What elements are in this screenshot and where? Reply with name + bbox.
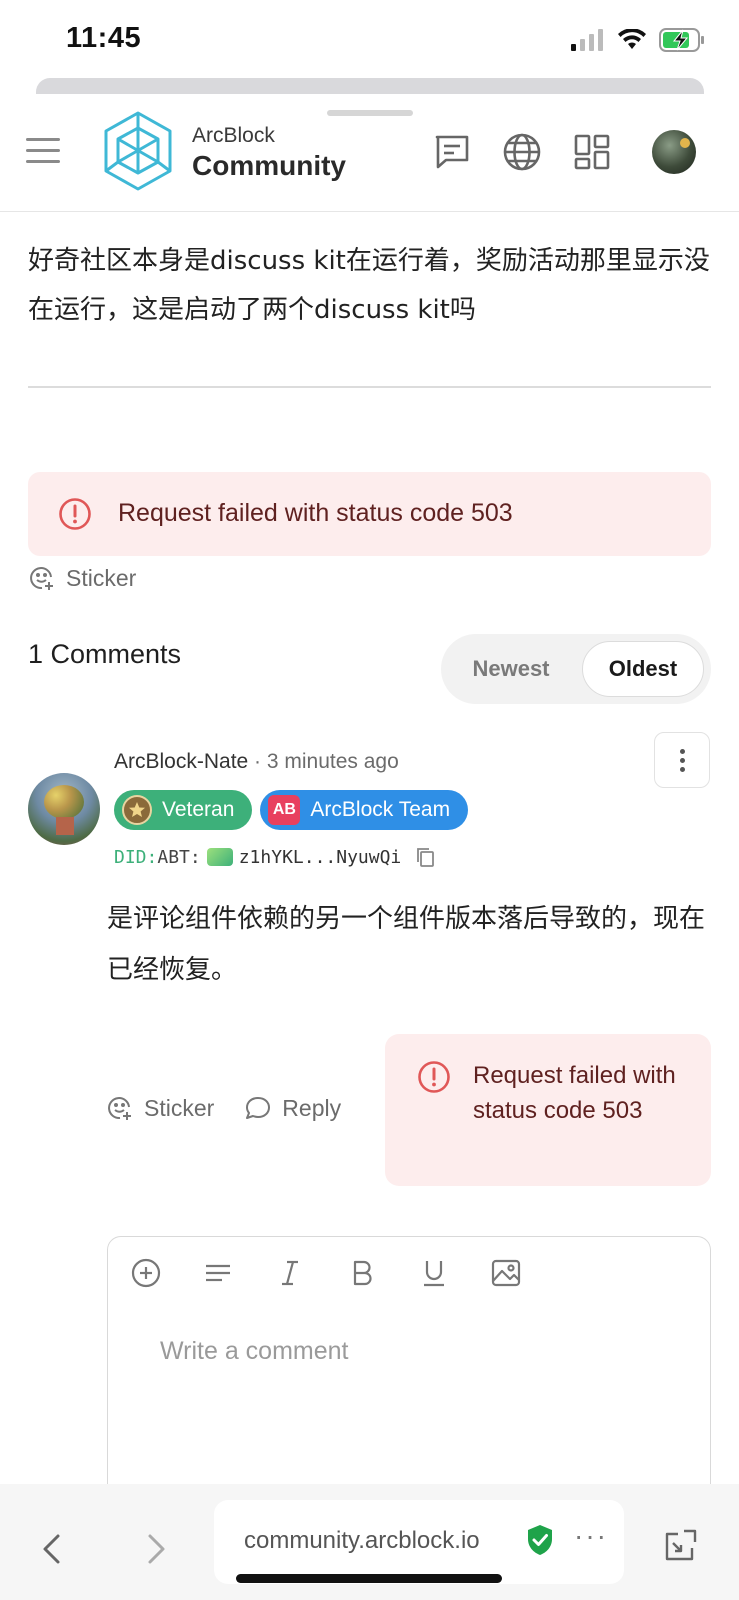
ab-logo-icon: AB [268, 795, 301, 825]
arcblock-team-badge: AB ArcBlock Team [260, 790, 469, 830]
forward-arrow-icon[interactable] [146, 1532, 168, 1566]
comment-sticker-label: Sticker [144, 1094, 215, 1121]
editor-toolbar [130, 1257, 522, 1289]
comment-reply-label: Reply [282, 1094, 342, 1121]
did-value: z1hYKL...NyuwQi [238, 846, 402, 868]
post-divider [28, 386, 711, 388]
did-avatar-icon [206, 848, 233, 866]
comments-count-title: 1 Comments [28, 639, 182, 669]
sticker-icon [108, 1097, 131, 1120]
author-badges: Veteran AB ArcBlock Team [114, 790, 469, 830]
author-did: DID: ABT: z1hYKL...NyuwQi [114, 846, 437, 868]
comment-input[interactable]: Write a comment [160, 1337, 348, 1366]
paragraph-format-icon[interactable] [202, 1257, 234, 1289]
comment-more-button[interactable] [654, 732, 710, 788]
post-sticker-label: Sticker [66, 564, 137, 591]
status-time: 11:45 [66, 22, 142, 54]
meta-separator: · [248, 750, 267, 773]
comment-author-name[interactable]: ArcBlock-Nate [114, 750, 248, 773]
comment-sort-toggle: Newest Oldest [441, 634, 711, 704]
back-arrow-icon[interactable] [40, 1532, 62, 1566]
post-error-alert: Request failed with status code 503 [28, 472, 711, 556]
comment-error-message: Request failed with status code 503 [473, 1062, 676, 1124]
battery-charging-icon [659, 28, 704, 52]
italic-icon[interactable] [274, 1257, 306, 1289]
url-more-button[interactable]: ··· [574, 1520, 608, 1552]
address-bar[interactable]: community.arcblock.io ··· [214, 1500, 624, 1584]
post-error-message: Request failed with status code 503 [118, 499, 513, 527]
url-text: community.arcblock.io [244, 1527, 480, 1554]
more-dot [679, 748, 685, 754]
brand-name[interactable]: ArcBlock Community [192, 124, 346, 182]
brand-top: ArcBlock [192, 124, 275, 147]
wifi-icon [618, 29, 646, 49]
menu-icon[interactable] [26, 138, 60, 164]
app-area: ArcBlock Community 好奇社区本身是discuss kit在运行… [0, 94, 739, 1484]
more-dot [679, 766, 685, 772]
comment-sticker-button[interactable]: Sticker [106, 1094, 214, 1122]
status-icons [571, 28, 705, 52]
comment-reply-button[interactable]: Reply [244, 1094, 341, 1122]
cellular-signal-icon [571, 29, 603, 51]
image-upload-icon[interactable] [490, 1257, 522, 1289]
sort-newest-button[interactable]: Newest [447, 641, 575, 697]
chat-icon[interactable] [432, 132, 472, 172]
post-body: 好奇社区本身是discuss kit在运行着，奖励活动那里显示没在运行，这是启动… [28, 246, 710, 325]
status-bar: 11:45 [0, 0, 739, 78]
arcblock-logo-icon[interactable] [102, 110, 174, 192]
reply-bubble-icon [246, 1097, 271, 1119]
globe-icon[interactable] [502, 132, 542, 172]
tabs-icon[interactable] [664, 1528, 698, 1562]
brand-bottom: Community [192, 150, 346, 181]
more-dot [679, 757, 685, 763]
home-indicator [236, 1574, 502, 1583]
veteran-badge: Veteran [114, 790, 253, 830]
comment-editor: Write a comment [107, 1236, 711, 1484]
user-avatar[interactable] [652, 130, 696, 174]
post-sticker-button[interactable]: Sticker [28, 564, 136, 592]
comment-body: 是评论组件依赖的另一个组件版本落后导致的，现在已经恢复。 [107, 904, 706, 985]
comment-timestamp: 3 minutes ago [266, 750, 399, 773]
sticker-icon [30, 567, 53, 590]
underline-icon[interactable] [418, 1257, 450, 1289]
error-icon [418, 1061, 450, 1093]
comment-author-avatar[interactable] [28, 773, 100, 845]
did-chain: ABT: [157, 846, 201, 868]
secure-shield-icon [528, 1525, 552, 1555]
error-icon [59, 498, 91, 530]
apps-grid-icon[interactable] [572, 132, 612, 172]
bold-icon[interactable] [346, 1257, 378, 1289]
comment-meta: ArcBlock-Nate · 3 minutes ago [114, 750, 399, 774]
insert-plus-icon[interactable] [130, 1257, 162, 1289]
veteran-badge-label: Veteran [162, 798, 235, 821]
copy-icon[interactable] [415, 846, 437, 868]
did-prefix: DID: [114, 846, 158, 868]
comment-error-alert: Request failed with status code 503 [385, 1034, 711, 1186]
comment-actions: Sticker Reply [106, 1094, 371, 1122]
veteran-medal-icon [122, 795, 152, 825]
team-badge-label: ArcBlock Team [310, 798, 451, 821]
sort-oldest-button[interactable]: Oldest [582, 641, 704, 697]
site-header: ArcBlock Community [0, 94, 739, 212]
